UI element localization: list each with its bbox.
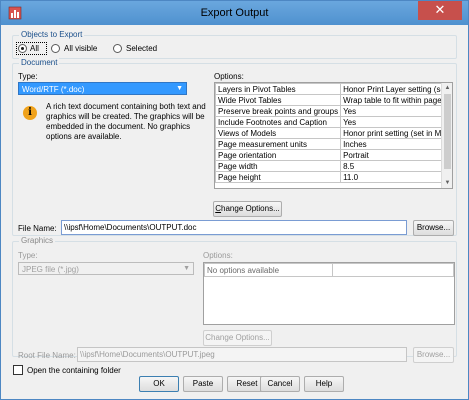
dialog-body: Objects to Export All All visible Select… xyxy=(8,25,462,394)
option-name-cell: Page measurement units xyxy=(215,138,342,150)
radio-selected-label: Selected xyxy=(126,44,158,53)
chevron-down-icon: ▼ xyxy=(183,265,190,272)
graphics-group: Graphics Type: JPEG file (*.jpg) ▼ Optio… xyxy=(12,236,457,363)
chevron-down-icon: ▼ xyxy=(176,85,183,92)
title-bar[interactable]: Export Output ✕ xyxy=(1,1,468,25)
option-value-cell[interactable]: 8.5 xyxy=(340,160,452,172)
root-file-name-input[interactable]: \\ipsf\Home\Documents\OUTPUT.jpeg xyxy=(77,347,407,362)
options-row[interactable]: Page height 11.0 xyxy=(215,171,452,183)
document-browse-button[interactable]: Browse... xyxy=(413,220,454,236)
graphics-type-value: JPEG file (*.jpg) xyxy=(22,265,79,274)
window-title: Export Output xyxy=(200,7,269,19)
graphics-type-select[interactable]: JPEG file (*.jpg) ▼ xyxy=(18,262,194,275)
options-row[interactable]: Page width 8.5 xyxy=(215,160,452,172)
options-row[interactable]: Page orientation Portrait xyxy=(215,149,452,161)
option-value-cell[interactable]: Yes xyxy=(340,116,452,128)
options-scrollbar[interactable]: ▲ ▼ xyxy=(441,83,452,188)
graphics-change-options-button[interactable]: Change Options... xyxy=(203,330,272,346)
option-name-cell: Page width xyxy=(215,160,342,172)
ok-button[interactable]: OK xyxy=(139,376,179,392)
document-type-value: Word/RTF (*.doc) xyxy=(22,85,85,94)
document-group: Document Type: Word/RTF (*.doc) ▼ i A ri… xyxy=(12,58,457,236)
document-description: A rich text document containing both tex… xyxy=(46,102,206,141)
option-value-cell[interactable]: Portrait xyxy=(340,149,452,161)
option-name-cell: Page height xyxy=(215,171,342,183)
option-value-cell[interactable]: Wrap table to fit within page mar... xyxy=(340,94,452,106)
scroll-up-icon[interactable]: ▲ xyxy=(442,83,452,93)
document-type-select[interactable]: Word/RTF (*.doc) ▼ xyxy=(18,82,187,95)
root-file-name-label: Root File Name: xyxy=(18,351,76,360)
graphics-browse-button[interactable]: Browse... xyxy=(413,347,454,363)
option-name-cell: Include Footnotes and Caption xyxy=(215,116,342,128)
file-name-label: File Name: xyxy=(18,224,57,233)
export-output-dialog: Export Output ✕ Objects to Export All Al… xyxy=(0,0,469,400)
info-icon: i xyxy=(23,106,37,120)
open-folder-checkbox[interactable] xyxy=(13,365,23,375)
option-name-cell: Preserve break points and groups xyxy=(215,105,342,117)
options-row[interactable]: Views of Models Honor print setting (set … xyxy=(215,127,452,139)
close-button[interactable]: ✕ xyxy=(418,1,462,20)
graphics-options-label: Options: xyxy=(203,251,233,260)
close-icon: ✕ xyxy=(434,2,446,17)
document-legend: Document xyxy=(19,58,60,67)
option-name-cell: Layers in Pivot Tables xyxy=(215,83,342,95)
graphics-type-label: Type: xyxy=(18,251,38,260)
document-options-table[interactable]: Layers in Pivot Tables Honor Print Layer … xyxy=(214,82,453,189)
radio-all-visible-label: All visible xyxy=(64,44,98,53)
option-name-cell: Page orientation xyxy=(215,149,342,161)
options-row[interactable]: Preserve break points and groups Yes xyxy=(215,105,452,117)
option-value-cell[interactable]: Yes xyxy=(340,105,452,117)
options-row[interactable]: Wide Pivot Tables Wrap table to fit withi… xyxy=(215,94,452,106)
option-value-cell[interactable]: Honor Print Layer setting (set in ... xyxy=(340,83,452,95)
document-change-options-label: hange Options... xyxy=(221,204,280,213)
radio-all-visible-indicator xyxy=(51,44,60,53)
radio-selected-indicator xyxy=(113,44,122,53)
graphics-options-grid: No options available xyxy=(204,263,454,277)
options-row[interactable]: Page measurement units Inches xyxy=(215,138,452,150)
radio-selected[interactable]: Selected xyxy=(113,44,163,55)
option-value-cell[interactable]: 11.0 xyxy=(340,171,452,183)
objects-to-export-legend: Objects to Export xyxy=(19,30,85,39)
options-row[interactable]: Include Footnotes and Caption Yes xyxy=(215,116,452,128)
option-value-cell[interactable]: Honor print setting (set in Model ... xyxy=(340,127,452,139)
option-name-cell: Views of Models xyxy=(215,127,342,139)
objects-to-export-group: Objects to Export All All visible Select… xyxy=(12,30,457,59)
open-folder-label: Open the containing folder xyxy=(27,366,121,375)
radio-all[interactable]: All xyxy=(16,42,47,55)
option-value-cell[interactable]: Inches xyxy=(340,138,452,150)
document-options-grid: Layers in Pivot Tables Honor Print Layer … xyxy=(215,83,452,183)
radio-all-label: All xyxy=(30,44,39,53)
graphics-options-empty-cell xyxy=(332,263,454,277)
graphics-options-placeholder: No options available xyxy=(204,263,333,277)
document-type-label: Type: xyxy=(18,72,38,81)
graphics-options-table: No options available xyxy=(203,262,455,325)
scrollbar-thumb[interactable] xyxy=(444,94,451,169)
radio-all-indicator xyxy=(18,44,27,53)
radio-all-visible[interactable]: All visible xyxy=(51,44,111,55)
paste-button[interactable]: Paste xyxy=(183,376,223,392)
document-change-options-button[interactable]: Change Options... xyxy=(213,201,282,217)
file-name-input[interactable]: \\ipsf\Home\Documents\OUTPUT.doc xyxy=(61,220,407,235)
scroll-down-icon[interactable]: ▼ xyxy=(442,178,452,188)
document-options-label: Options: xyxy=(214,72,244,81)
help-button[interactable]: Help xyxy=(304,376,344,392)
graphics-legend: Graphics xyxy=(19,236,56,245)
options-row[interactable]: Layers in Pivot Tables Honor Print Layer … xyxy=(215,83,452,95)
option-name-cell: Wide Pivot Tables xyxy=(215,94,342,106)
cancel-button[interactable]: Cancel xyxy=(260,376,300,392)
